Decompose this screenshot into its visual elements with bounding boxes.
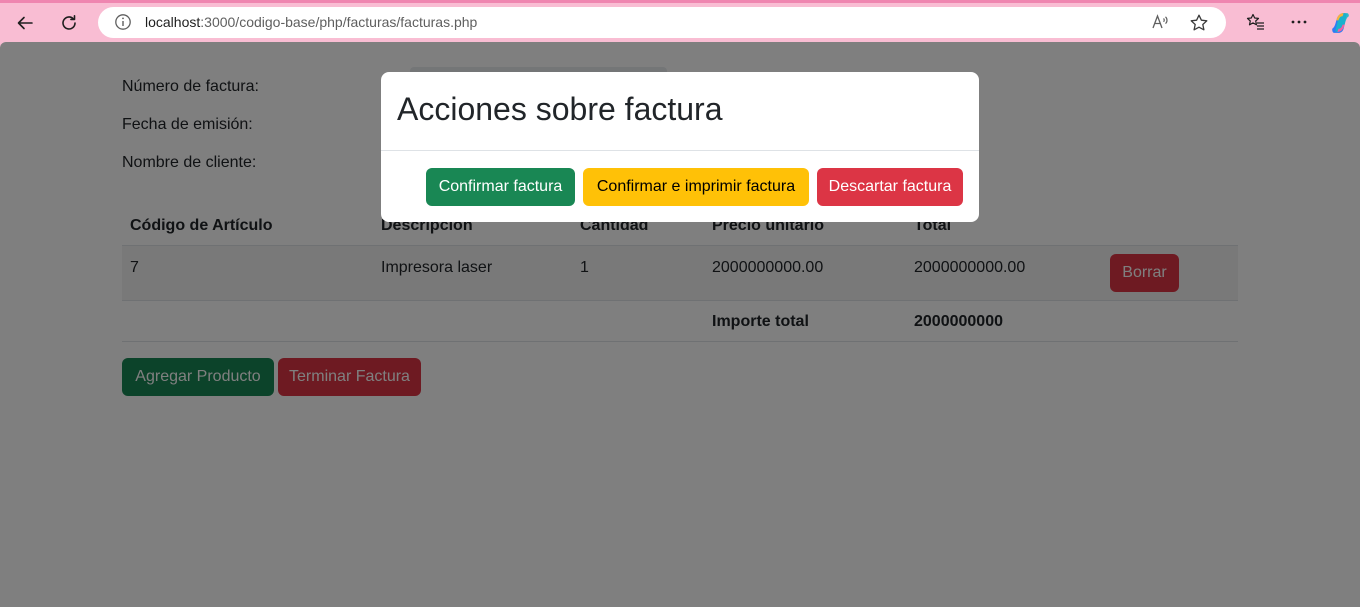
- invoice-actions-modal: Acciones sobre factura Confirmar factura…: [381, 72, 979, 222]
- modal-title: Acciones sobre factura: [397, 91, 723, 127]
- more-options-icon[interactable]: [1289, 12, 1309, 32]
- address-bar[interactable]: localhost:3000/codigo-base/php/facturas/…: [98, 7, 1226, 38]
- browser-toolbar: localhost:3000/codigo-base/php/facturas/…: [0, 0, 1360, 44]
- modal-header: Acciones sobre factura: [381, 72, 979, 151]
- back-arrow-icon: [17, 16, 33, 30]
- copilot-icon[interactable]: [1328, 10, 1353, 35]
- back-button[interactable]: [11, 9, 39, 37]
- discard-invoice-button[interactable]: Descartar factura: [817, 168, 963, 206]
- url-text[interactable]: localhost:3000/codigo-base/php/facturas/…: [145, 14, 477, 30]
- confirm-print-invoice-button[interactable]: Confirmar e imprimir factura: [583, 168, 809, 206]
- favorites-icon[interactable]: [1246, 12, 1266, 32]
- url-host: localhost: [145, 14, 201, 30]
- url-path: :3000/codigo-base/php/facturas/facturas.…: [200, 14, 478, 30]
- tab-strip-accent: [0, 0, 1360, 3]
- page-viewport: Número de factura: Fecha de emisión: Nom…: [0, 42, 1360, 607]
- confirm-invoice-button[interactable]: Confirmar factura: [426, 168, 575, 206]
- reload-button[interactable]: [55, 9, 83, 37]
- site-info-icon[interactable]: [114, 13, 132, 31]
- add-favorite-star-icon[interactable]: [1189, 13, 1209, 33]
- read-aloud-icon[interactable]: [1151, 13, 1169, 31]
- reload-icon: [62, 15, 76, 30]
